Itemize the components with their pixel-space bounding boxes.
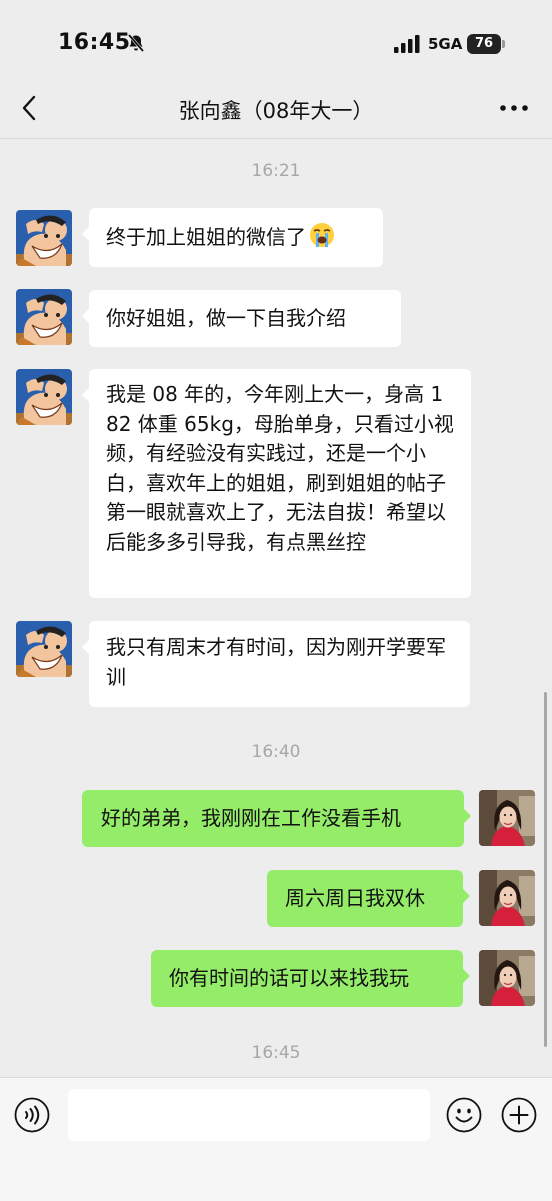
my-avatar[interactable] (479, 790, 535, 846)
message-text: 终于加上姐姐的微信了 (106, 225, 306, 249)
emoji-icon[interactable] (446, 1097, 482, 1133)
battery-level: 76 (467, 34, 501, 54)
my-avatar-image (479, 950, 535, 1006)
battery-tip (502, 40, 505, 48)
message-bubble-incoming[interactable]: 我是 08 年的，今年刚上大一，身高 182 体重 65kg，母胎单身，只看过小… (82, 369, 471, 598)
voice-icon[interactable] (14, 1097, 50, 1133)
message-text: 好的弟弟，我刚刚在工作没看手机 (101, 806, 401, 830)
timestamp: 16:40 (251, 742, 301, 762)
contact-avatar-image (16, 369, 72, 425)
contact-avatar[interactable] (16, 210, 72, 266)
cellular-signal-icon (394, 35, 420, 53)
status-time: 16:45 (58, 30, 131, 55)
message-text: 我是 08 年的，今年刚上大一，身高 182 体重 65kg，母胎单身，只看过小… (106, 382, 454, 554)
bell-slash-icon (126, 33, 146, 53)
plus-icon[interactable] (501, 1097, 537, 1133)
contact-avatar-image (16, 621, 72, 677)
input-bar (0, 1077, 552, 1201)
message-bubble-incoming[interactable]: 你好姐姐，做一下自我介绍 (82, 290, 401, 347)
timestamp: 16:45 (251, 1043, 301, 1063)
contact-avatar[interactable] (16, 621, 72, 677)
contact-avatar-image (16, 210, 72, 266)
chat-title: 张向鑫（08年大一） (178, 99, 374, 123)
message-input[interactable] (68, 1089, 430, 1141)
status-bar: 16:45 5GA 76 (0, 0, 552, 90)
message-bubble-outgoing[interactable]: 周六周日我双休 (267, 870, 470, 927)
battery-icon: 76 (467, 34, 507, 54)
message-bubble-incoming[interactable]: 终于加上姐姐的微信了 (82, 208, 383, 267)
network-type: 5GA (428, 35, 463, 53)
chevron-left-icon[interactable] (18, 93, 42, 123)
chat-scrollbar[interactable] (544, 692, 547, 1047)
message-text: 你好姐姐，做一下自我介绍 (106, 306, 346, 330)
contact-avatar[interactable] (16, 369, 72, 425)
contact-avatar[interactable] (16, 289, 72, 345)
message-bubble-outgoing[interactable]: 你有时间的话可以来找我玩 (151, 950, 470, 1007)
message-text: 你有时间的话可以来找我玩 (169, 966, 409, 990)
message-bubble-outgoing[interactable]: 好的弟弟，我刚刚在工作没看手机 (82, 790, 471, 847)
message-text: 周六周日我双休 (285, 886, 425, 910)
my-avatar-image (479, 870, 535, 926)
contact-avatar-image (16, 289, 72, 345)
timestamp: 16:21 (251, 161, 301, 181)
my-avatar-image (479, 790, 535, 846)
more-dots-icon[interactable] (498, 96, 530, 120)
my-avatar[interactable] (479, 950, 535, 1006)
chat-area[interactable]: 16:21 终于加上姐姐的微信了 你好姐姐，做一下自我介绍 我是 08 年的，今… (0, 139, 552, 1077)
message-text: 我只有周末才有时间，因为刚开学要军训 (106, 635, 446, 689)
message-bubble-incoming[interactable]: 我只有周末才有时间，因为刚开学要军训 (82, 621, 470, 707)
nav-bar: 张向鑫（08年大一） (0, 80, 552, 139)
loudly-crying-face-icon (308, 222, 336, 248)
my-avatar[interactable] (479, 870, 535, 926)
